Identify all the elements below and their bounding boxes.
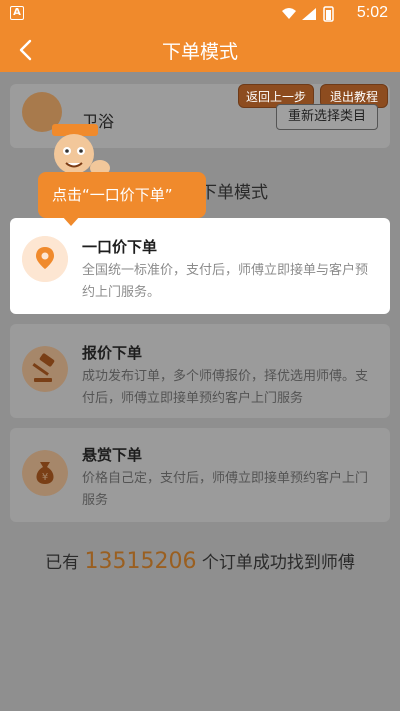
status-bar: A 5:02	[0, 0, 400, 28]
svg-text:¥: ¥	[42, 472, 48, 483]
page-title: 下单模式	[161, 41, 238, 63]
tutorial-tooltip: 点击“一口价下单”	[38, 172, 206, 218]
app-notification-icon: A	[10, 6, 24, 20]
app-bar: 下单模式	[0, 28, 400, 72]
mode-card-fixed-price[interactable]: 一口价下单 全国统一标准价，支付后，师傅立即接单与客户预约上门服务。	[10, 218, 390, 314]
mode-name: 悬赏下单	[82, 446, 143, 464]
location-pin-icon	[22, 236, 68, 282]
mode-card-quote[interactable]: 报价下单 成功发布订单，多个师傅报价，择优选用师傅。支付后，师傅立即接单预约客户…	[10, 324, 390, 418]
mode-name: 一口价下单	[82, 238, 158, 256]
order-count: 13515206	[84, 549, 197, 574]
tooltip-tail	[62, 216, 80, 226]
mode-card-bounty[interactable]: ¥ 悬赏下单 价格自己定，支付后，师傅立即接单预约客户上门服务	[10, 428, 390, 522]
mode-description: 价格自己定，支付后，师傅立即接单预约客户上门服务	[82, 471, 369, 508]
gavel-icon	[22, 346, 68, 392]
reselect-category-button[interactable]: 重新选择类目	[276, 104, 378, 130]
mode-name: 报价下单	[82, 344, 143, 362]
status-icons	[282, 6, 334, 22]
status-time: 5:02	[356, 4, 388, 21]
section-title: 下单模式	[200, 183, 268, 203]
signal-icon	[302, 8, 316, 20]
mode-description: 全国统一标准价，支付后，师傅立即接单与客户预约上门服务。	[82, 263, 369, 300]
order-count-footer: 已有 13515206 个订单成功找到师傅	[0, 548, 400, 574]
money-bag-icon: ¥	[22, 450, 68, 496]
battery-icon	[323, 6, 334, 22]
footer-suffix: 个订单成功找到师傅	[201, 553, 355, 573]
wifi-icon	[282, 8, 296, 19]
footer-prefix: 已有	[45, 553, 80, 573]
mode-description: 成功发布订单，多个师傅报价，择优选用师傅。支付后，师傅立即接单预约客户上门服务	[82, 369, 369, 406]
